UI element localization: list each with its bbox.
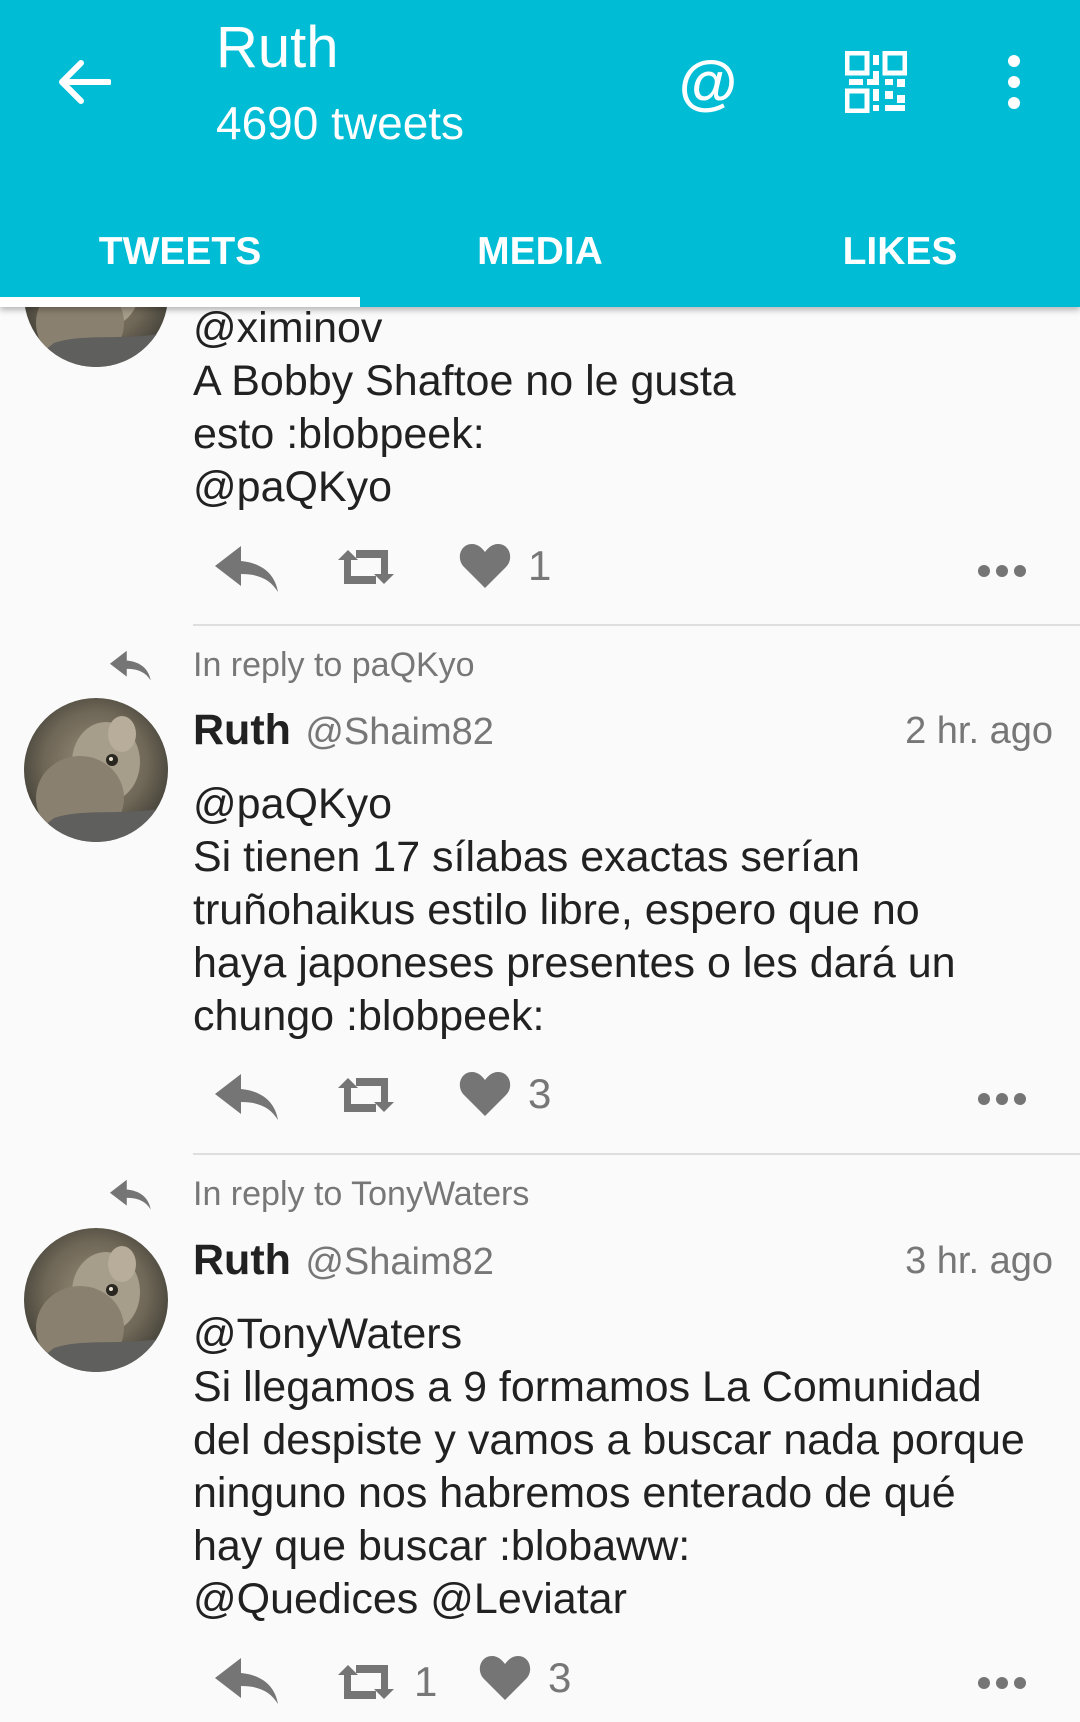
tab-label: LIKES <box>842 229 958 273</box>
like-button[interactable]: 3 <box>458 1068 551 1120</box>
reply-icon <box>215 546 278 592</box>
qr-code-icon <box>845 51 907 113</box>
tweet-header: Ruth @Shaim82 3 hr. ago <box>193 1236 1053 1292</box>
in-reply-to-label: In reply to paQKyo <box>193 646 475 684</box>
in-reply-to-header: In reply to paQKyo <box>0 642 1080 692</box>
timestamp: 2 hr. ago <box>905 710 1053 752</box>
timestamp: 3 hr. ago <box>905 1240 1053 1282</box>
overflow-menu-button[interactable] <box>972 40 1056 124</box>
heart-icon <box>479 1656 531 1700</box>
selected-tab-indicator <box>0 297 360 307</box>
heart-icon <box>459 544 511 588</box>
reply-button[interactable] <box>212 1070 280 1122</box>
tweet-text-line: @Quedices @Leviatar <box>193 1575 627 1623</box>
profile-name-title: Ruth <box>216 15 339 80</box>
tab-tweets[interactable]: TWEETS <box>0 196 360 307</box>
reply-small-icon <box>109 1179 151 1210</box>
in-reply-to-header: In reply to TonyWaters <box>0 1171 1080 1221</box>
tweet-header: Ruth @Shaim82 2 hr. ago <box>193 706 1053 762</box>
tweet-text-line: @TonyWaters <box>193 1310 463 1358</box>
reply-button[interactable] <box>212 1654 280 1706</box>
retweet-icon <box>338 550 394 584</box>
reply-icon <box>215 1074 278 1120</box>
tweet-text-line: chungo :blobpeek: <box>193 992 545 1040</box>
profile-tabs: TWEETS MEDIA LIKES <box>0 196 1080 307</box>
tweet-text-line: @paQKyo <box>193 463 393 511</box>
qr-code-button[interactable] <box>834 40 918 124</box>
more-options-button[interactable] <box>977 564 1027 578</box>
app-bar: Ruth 4690 tweets @ TWEETS MEDIA LIKES <box>0 0 1080 307</box>
tweet-text-line: @paQKyo <box>193 780 393 828</box>
avatar[interactable] <box>24 1228 168 1372</box>
tweet-text-line: Si llegamos a 9 formamos La Comunidad <box>193 1363 982 1411</box>
reply-small-icon <box>109 650 151 681</box>
tweet-text-line: esto :blobpeek: <box>193 410 485 458</box>
in-reply-to-label: In reply to TonyWaters <box>193 1175 530 1213</box>
retweet-button[interactable] <box>332 546 400 588</box>
heart-icon <box>459 1072 511 1116</box>
retweet-button[interactable] <box>332 1074 400 1116</box>
more-options-button[interactable] <box>977 1676 1027 1690</box>
more-horizontal-icon <box>978 1677 1026 1689</box>
back-button[interactable] <box>52 50 116 114</box>
tab-likes[interactable]: LIKES <box>720 196 1080 307</box>
tab-label: MEDIA <box>477 229 603 273</box>
tweet-text-line: Si tienen 17 sílabas exactas serían <box>193 833 860 881</box>
more-horizontal-icon <box>978 565 1026 577</box>
tweet-text-line: ninguno nos habremos enterado de qué <box>193 1469 956 1517</box>
tweet-text-line: A Bobby Shaftoe no le gusta <box>193 357 736 405</box>
reply-icon <box>215 1658 278 1704</box>
retweet-icon <box>338 1078 394 1112</box>
like-button[interactable]: 1 <box>458 540 551 592</box>
more-vertical-icon <box>1008 55 1020 109</box>
divider <box>193 1153 1080 1155</box>
tweet-count-subtitle: 4690 tweets <box>216 97 465 149</box>
tweet-text-line: @ximinov <box>193 304 383 352</box>
avatar[interactable] <box>24 698 168 842</box>
user-handle[interactable]: @Shaim82 <box>305 711 494 753</box>
user-handle[interactable]: @Shaim82 <box>305 1241 494 1283</box>
tweet-text-line: hay que buscar :blobaww: <box>193 1522 691 1570</box>
more-horizontal-icon <box>978 1093 1026 1105</box>
tweet-text-line: del despiste y vamos a buscar nada porqu… <box>193 1416 1025 1464</box>
tab-media[interactable]: MEDIA <box>360 196 720 307</box>
retweet-icon <box>338 1665 394 1699</box>
mentions-button[interactable]: @ <box>666 40 750 124</box>
reply-button[interactable] <box>212 542 280 594</box>
more-options-button[interactable] <box>977 1092 1027 1106</box>
like-count: 3 <box>548 1654 572 1701</box>
arrow-back-icon <box>59 60 111 104</box>
like-count: 1 <box>528 542 552 589</box>
tab-label: TWEETS <box>98 229 262 273</box>
display-name[interactable]: Ruth <box>193 706 291 754</box>
at-mention-icon: @ <box>678 48 738 116</box>
like-button[interactable]: 3 <box>478 1652 571 1704</box>
tweet-text-line: truñohaikus estilo libre, espero que no <box>193 886 920 934</box>
divider <box>193 624 1080 626</box>
tweet-text-line: haya japoneses presentes o les dará un <box>193 939 956 987</box>
like-count: 3 <box>528 1070 552 1117</box>
display-name[interactable]: Ruth <box>193 1236 291 1284</box>
